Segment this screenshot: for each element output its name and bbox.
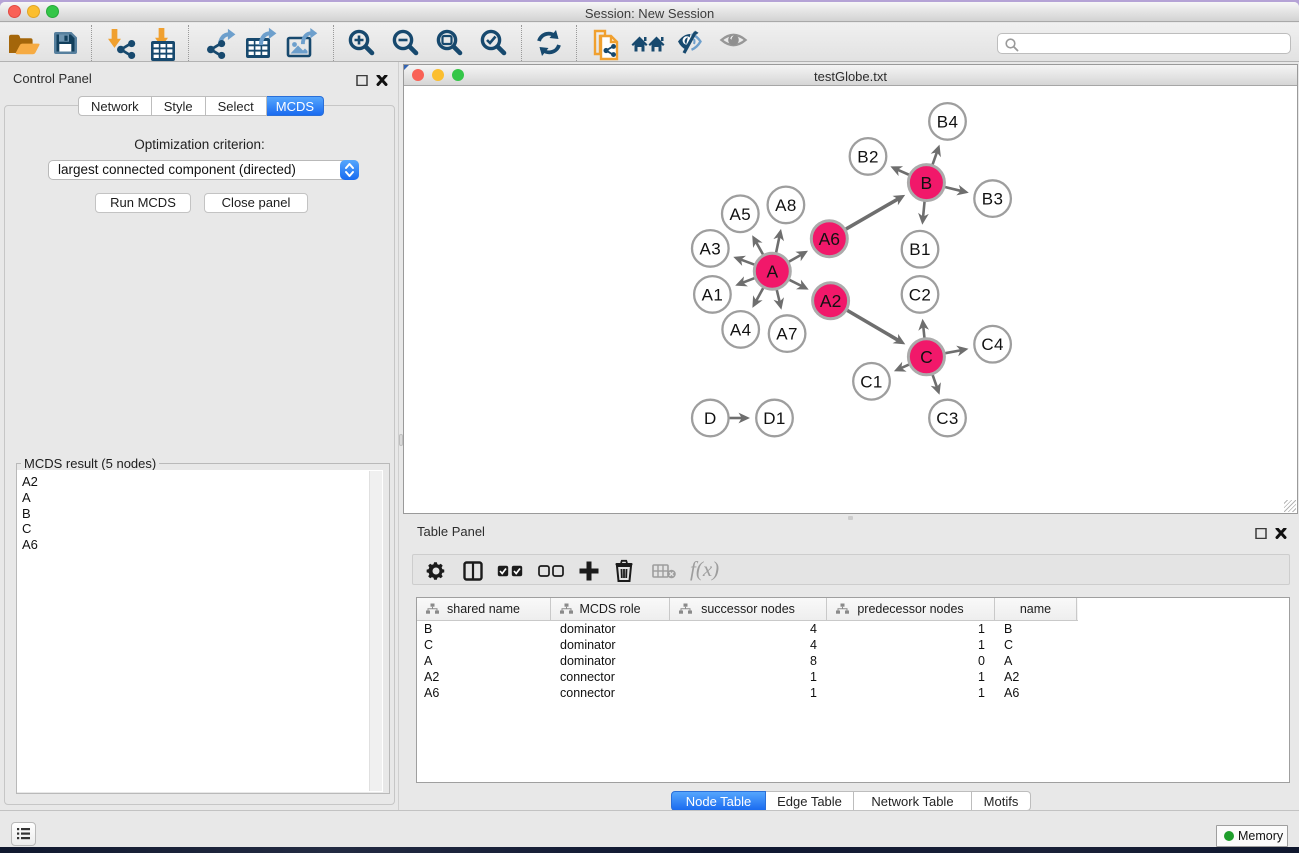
svg-text:A4: A4: [730, 320, 752, 339]
svg-text:B4: B4: [937, 112, 959, 131]
svg-text:B3: B3: [982, 190, 1004, 209]
svg-text:D: D: [704, 409, 717, 428]
svg-text:C2: C2: [909, 285, 932, 304]
svg-text:A8: A8: [775, 196, 797, 215]
svg-text:A3: A3: [700, 239, 722, 258]
svg-text:A2: A2: [820, 291, 841, 311]
svg-text:A: A: [766, 261, 778, 281]
svg-text:A6: A6: [819, 229, 840, 249]
svg-text:B2: B2: [857, 147, 879, 166]
svg-text:A1: A1: [702, 285, 724, 304]
svg-text:C: C: [920, 347, 933, 367]
svg-text:A7: A7: [776, 325, 798, 344]
svg-text:C4: C4: [981, 335, 1004, 354]
svg-text:B1: B1: [909, 240, 931, 259]
svg-text:C1: C1: [860, 372, 883, 391]
svg-text:A5: A5: [730, 205, 752, 224]
svg-text:C3: C3: [936, 409, 959, 428]
svg-text:B: B: [921, 173, 933, 193]
svg-text:D1: D1: [763, 409, 786, 428]
